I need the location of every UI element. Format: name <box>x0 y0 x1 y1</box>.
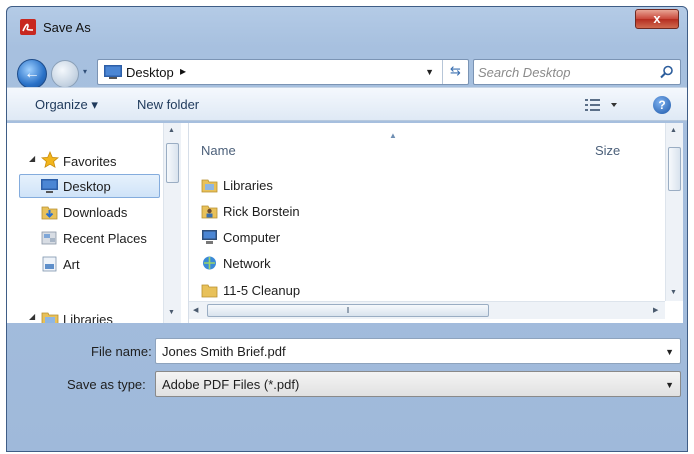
sort-arrow-icon: ▲ <box>389 131 397 140</box>
scrollbar-thumb[interactable]: ‖ <box>207 304 489 317</box>
back-button[interactable]: ← <box>17 59 47 89</box>
nav-item-downloads[interactable]: Downloads <box>7 201 167 225</box>
navigation-pane: ◢ Favorites Desktop Downloads Recent Pla… <box>7 123 189 323</box>
favorites-expander-icon[interactable]: ◢ <box>29 154 35 163</box>
save-as-dialog: Save As x ← ▾ Desktop ▸ ▼ ⇆ Search Deskt… <box>6 6 688 452</box>
back-arrow-icon: ← <box>24 65 40 82</box>
address-dropdown-icon[interactable]: ▼ <box>425 67 434 77</box>
network-icon <box>203 256 216 270</box>
file-row-11-5-cleanup[interactable]: 11-5 Cleanup <box>201 280 501 302</box>
refresh-button[interactable]: ⇆ <box>442 60 468 84</box>
scroll-left-arrow-icon[interactable]: ◀ <box>193 306 198 314</box>
new-folder-button[interactable]: New folder <box>137 97 199 112</box>
save-as-type-select[interactable]: Adobe PDF Files (*.pdf) ▼ <box>155 371 681 397</box>
file-name: Computer <box>223 230 281 245</box>
file-name: Libraries <box>223 178 273 193</box>
file-name: Rick Borstein <box>223 204 300 219</box>
acrobat-app-icon <box>20 19 36 35</box>
scrollbar-thumb[interactable] <box>166 143 179 183</box>
command-toolbar: Organize ▾ New folder ? <box>7 87 687 121</box>
nav-item-label: Art <box>63 257 80 272</box>
libraries-heading[interactable]: Libraries <box>63 312 113 323</box>
user-folder-icon <box>201 205 218 219</box>
file-name-field[interactable]: Jones Smith Brief.pdf ▼ <box>155 338 681 364</box>
favorites-heading[interactable]: Favorites <box>63 154 116 169</box>
organize-button[interactable]: Organize ▾ <box>35 97 98 113</box>
scrollbar-thumb[interactable] <box>668 147 681 191</box>
downloads-icon <box>41 206 58 220</box>
libraries-icon <box>41 312 59 323</box>
file-name-label: File name: <box>91 344 152 359</box>
scroll-down-arrow-icon[interactable]: ▼ <box>168 309 175 316</box>
nav-item-label: Desktop <box>63 179 111 194</box>
libraries-expander-icon[interactable]: ◢ <box>29 312 35 321</box>
scroll-down-arrow-icon[interactable]: ▼ <box>670 289 677 296</box>
art-icon <box>42 256 57 272</box>
nav-item-recent-places[interactable]: Recent Places <box>7 227 167 251</box>
nav-item-label: Downloads <box>63 205 128 220</box>
save-as-type-dropdown-icon[interactable]: ▼ <box>665 380 674 390</box>
scroll-up-arrow-icon[interactable]: ▲ <box>168 127 175 134</box>
scroll-up-arrow-icon[interactable]: ▲ <box>670 127 677 134</box>
refresh-icon: ⇆ <box>450 63 461 78</box>
title-bar: Save As x <box>7 7 687 47</box>
navigation-scrollbar[interactable]: ▲ ▼ <box>163 123 181 323</box>
save-as-type-value[interactable]: Adobe PDF Files (*.pdf) <box>162 377 299 392</box>
folder-icon <box>201 284 218 298</box>
close-button[interactable]: x <box>635 9 679 29</box>
nav-item-label: Recent Places <box>63 231 147 246</box>
file-list-pane: ▲ Name Size Libraries Rick Borstein Comp… <box>189 123 683 323</box>
window-title: Save As <box>43 20 91 35</box>
save-options-form: File name: Jones Smith Brief.pdf ▼ Save … <box>7 323 687 451</box>
save-as-type-label: Save as type: <box>67 377 146 392</box>
search-box[interactable] <box>473 59 681 85</box>
recent-pages-dropdown-icon[interactable]: ▾ <box>83 67 87 76</box>
file-row-computer[interactable]: Computer <box>201 227 501 249</box>
search-input[interactable] <box>478 62 648 82</box>
nav-item-desktop[interactable]: Desktop <box>19 174 160 198</box>
recent-places-icon <box>41 231 57 245</box>
file-row-network[interactable]: Network <box>201 253 501 275</box>
search-icon[interactable] <box>660 65 674 79</box>
file-name-dropdown-icon[interactable]: ▼ <box>665 347 674 357</box>
file-row-rick-borstein[interactable]: Rick Borstein <box>201 201 501 223</box>
file-name: Network <box>223 256 271 271</box>
help-icon[interactable]: ? <box>653 96 671 114</box>
views-icon[interactable] <box>583 97 621 113</box>
column-header-size[interactable]: Size <box>595 143 620 158</box>
file-name-value[interactable]: Jones Smith Brief.pdf <box>162 344 286 359</box>
file-name: 11-5 Cleanup <box>223 283 301 298</box>
desktop-icon <box>41 179 58 193</box>
file-row-libraries[interactable]: Libraries <box>201 175 501 197</box>
file-list-vertical-scrollbar[interactable]: ▲ ▼ <box>665 123 683 301</box>
desktop-icon <box>104 65 122 79</box>
forward-button[interactable] <box>51 60 79 88</box>
navigation-bar: ← ▾ Desktop ▸ ▼ ⇆ <box>7 47 687 89</box>
nav-item-art[interactable]: Art <box>7 253 167 277</box>
file-list-horizontal-scrollbar[interactable]: ◀ ‖ ▶ <box>189 301 665 319</box>
column-header-name[interactable]: Name <box>201 143 236 158</box>
breadcrumb-chevron-icon[interactable]: ▸ <box>180 64 186 78</box>
scroll-right-arrow-icon[interactable]: ▶ <box>653 306 658 314</box>
computer-icon <box>202 230 217 244</box>
libraries-icon <box>201 179 218 193</box>
favorites-star-icon <box>41 151 59 169</box>
address-bar[interactable]: Desktop ▸ ▼ ⇆ <box>97 59 469 85</box>
address-location[interactable]: Desktop <box>126 65 174 80</box>
